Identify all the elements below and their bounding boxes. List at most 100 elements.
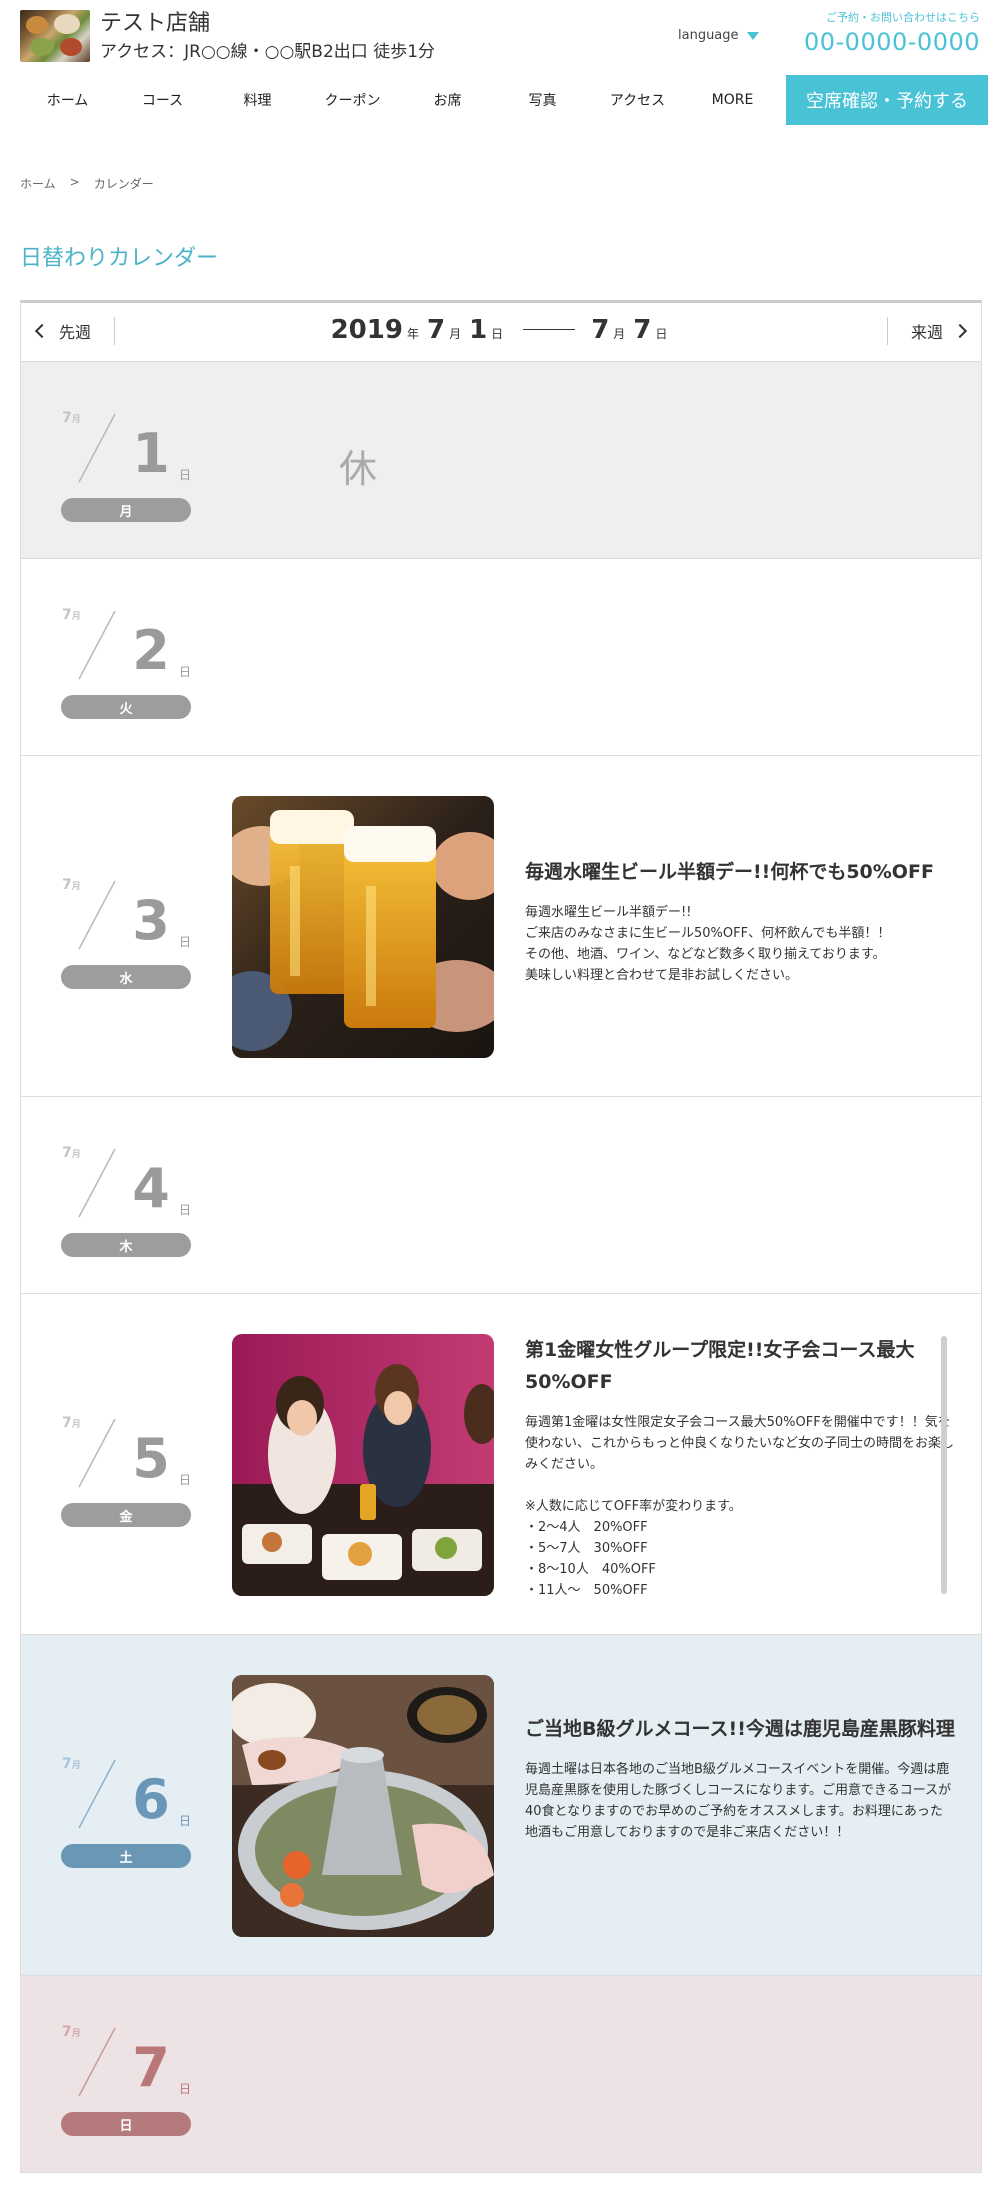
nav-item-photos[interactable]: 写真	[495, 74, 590, 126]
week-navigation: 先週 2019 年 7 月 1 日 7 月 7 日 来週	[20, 300, 982, 362]
global-nav: ホーム コース 料理 クーポン お席 写真 アクセス MORE	[20, 74, 780, 126]
weekday-badge: 月	[61, 498, 191, 522]
week-end-day: 7	[633, 315, 652, 345]
weekday-badge: 木	[61, 1233, 191, 1257]
shop-logo-image[interactable]	[20, 10, 90, 62]
date-block: 7月 5 日 金	[61, 1397, 191, 1531]
event-photo-pork-hotpot[interactable]	[232, 1675, 494, 1937]
beer-toast-image	[232, 796, 494, 1058]
weekday-badge: 火	[61, 695, 191, 719]
day-unit: 日	[179, 1473, 192, 1487]
calendar-day-row: 7月 7 日 日	[20, 1976, 982, 2173]
week-end-month: 7	[591, 315, 610, 345]
nav-item-access[interactable]: アクセス	[590, 74, 685, 126]
closed-mark: 休	[339, 447, 378, 491]
calendar-day-row: 7月 5 日 金 第1金曜女性グループ限定!!女子会コース最大50%OFF 毎週…	[20, 1294, 982, 1635]
date-slash	[78, 1759, 116, 1829]
weekday-badge: 金	[61, 1503, 191, 1527]
language-selector[interactable]: language	[678, 28, 759, 43]
day-unit: 日	[179, 665, 192, 679]
date-slash	[78, 610, 116, 680]
date-day-number: 2	[132, 619, 170, 682]
year-unit: 年	[406, 327, 419, 341]
weekday-badge: 土	[61, 1844, 191, 1868]
day-unit: 日	[491, 327, 504, 341]
calendar-day-row: 7月 4 日 木	[20, 1097, 982, 1294]
day-unit: 日	[179, 935, 192, 949]
date-slash	[78, 1418, 116, 1488]
page-title: 日替わりカレンダー	[20, 246, 219, 271]
week-range: 2019 年 7 月 1 日 7 月 7 日	[21, 315, 981, 345]
daily-calendar: 先週 2019 年 7 月 1 日 7 月 7 日 来週 7月 1 日 月 休	[20, 300, 982, 2173]
breadcrumb: ホーム > カレンダー	[20, 175, 154, 192]
shop-access: アクセス：JR○○線・○○駅B2出口 徒歩1分	[100, 42, 436, 62]
month-unit: 月	[613, 327, 626, 341]
day-unit: 日	[655, 327, 668, 341]
date-block: 7月 7 日 日	[61, 2006, 191, 2140]
nav-item-more[interactable]: MORE	[685, 74, 780, 126]
day-unit: 日	[179, 1814, 192, 1828]
nav-item-seats[interactable]: お席	[400, 74, 495, 126]
day-unit: 日	[179, 468, 192, 482]
date-day-number: 7	[132, 2036, 170, 2099]
day-unit: 日	[179, 2082, 192, 2096]
site-header: テスト店舗 アクセス：JR○○線・○○駅B2出口 徒歩1分 language ご…	[0, 0, 1000, 140]
date-block: 7月 1 日 月	[61, 392, 191, 526]
event-description: 毎週土曜は日本各地のご当地B級グルメコースイベントを開催。今週は鹿児島産黒豚を使…	[525, 1762, 952, 1840]
date-block: 7月 2 日 火	[61, 589, 191, 723]
nav-item-course[interactable]: コース	[115, 74, 210, 126]
event-title[interactable]: ご当地B級グルメコース!!今週は鹿児島産黒豚料理	[525, 1713, 955, 1745]
weekday-badge: 日	[61, 2112, 191, 2136]
date-block: 7月 4 日 木	[61, 1127, 191, 1261]
date-block: 7月 3 日 水	[61, 859, 191, 993]
nav-item-home[interactable]: ホーム	[20, 74, 115, 126]
month-unit: 月	[449, 327, 462, 341]
language-label: language	[678, 28, 739, 43]
date-slash	[78, 413, 116, 483]
contact-label: ご予約・お問い合わせはこちら	[826, 11, 980, 24]
event-title[interactable]: 第1金曜女性グループ限定!!女子会コース最大50%OFF	[525, 1334, 955, 1398]
event-content: ご当地B級グルメコース!!今週は鹿児島産黒豚料理 毎週土曜は日本各地のご当地B級…	[525, 1713, 955, 1843]
event-description: 毎週水曜生ビール半額デー!! ご来店のみなさまに生ビール50%OFF、何杯飲んで…	[525, 905, 891, 983]
event-photo-beer[interactable]	[232, 796, 494, 1058]
nav-item-coupon[interactable]: クーポン	[305, 74, 400, 126]
calendar-day-row: 7月 6 日 土 ご当地B級グルメコース!!今週は鹿児島産黒豚料理 毎週土曜は日…	[20, 1635, 982, 1976]
calendar-day-row: 7月 2 日 火	[20, 559, 982, 756]
event-content: 第1金曜女性グループ限定!!女子会コース最大50%OFF 毎週第1金曜は女性限定…	[525, 1334, 955, 1601]
reserve-button[interactable]: 空席確認・予約する	[786, 75, 988, 125]
date-slash	[78, 2027, 116, 2097]
calendar-day-row: 7月 3 日 水 毎週水曜生ビール半額デー!!何杯でも50%OFF 毎週水曜生ビ…	[20, 756, 982, 1097]
chevron-right-icon	[952, 323, 968, 339]
week-start-month: 7	[426, 315, 446, 345]
date-day-number: 5	[132, 1427, 170, 1490]
date-day-number: 6	[132, 1768, 170, 1831]
girls-party-image	[232, 1334, 494, 1596]
week-start-day: 1	[469, 315, 488, 345]
breadcrumb-home-link[interactable]: ホーム	[20, 175, 56, 192]
next-week-button[interactable]: 来週	[887, 317, 981, 345]
nav-item-food[interactable]: 料理	[210, 74, 305, 126]
date-slash	[78, 1148, 116, 1218]
next-week-label: 来週	[910, 323, 943, 342]
event-content: 毎週水曜生ビール半額デー!!何杯でも50%OFF 毎週水曜生ビール半額デー!! …	[525, 856, 955, 986]
phone-number[interactable]: 00-0000-0000	[804, 28, 980, 56]
event-description: 毎週第1金曜は女性限定女子会コース最大50%OFFを開催中です！！気を使わない、…	[525, 1415, 955, 1598]
date-slash	[78, 880, 116, 950]
day-unit: 日	[179, 1203, 192, 1217]
pork-hotpot-image	[232, 1675, 494, 1937]
date-day-number: 1	[132, 422, 170, 485]
weekday-badge: 水	[61, 965, 191, 989]
event-photo-girls-party[interactable]	[232, 1334, 494, 1596]
date-block: 7月 6 日 土	[61, 1738, 191, 1872]
date-day-number: 3	[132, 889, 170, 952]
breadcrumb-separator: >	[69, 175, 80, 189]
calendar-day-row: 7月 1 日 月 休	[20, 362, 982, 559]
range-dash	[523, 329, 576, 330]
breadcrumb-current: カレンダー	[93, 177, 154, 191]
caret-down-icon	[746, 31, 759, 40]
event-scrollbar[interactable]	[941, 1336, 947, 1594]
shop-name[interactable]: テスト店舗	[100, 10, 210, 38]
date-day-number: 4	[132, 1157, 170, 1220]
week-start-year: 2019	[330, 315, 403, 345]
event-title[interactable]: 毎週水曜生ビール半額デー!!何杯でも50%OFF	[525, 856, 955, 888]
